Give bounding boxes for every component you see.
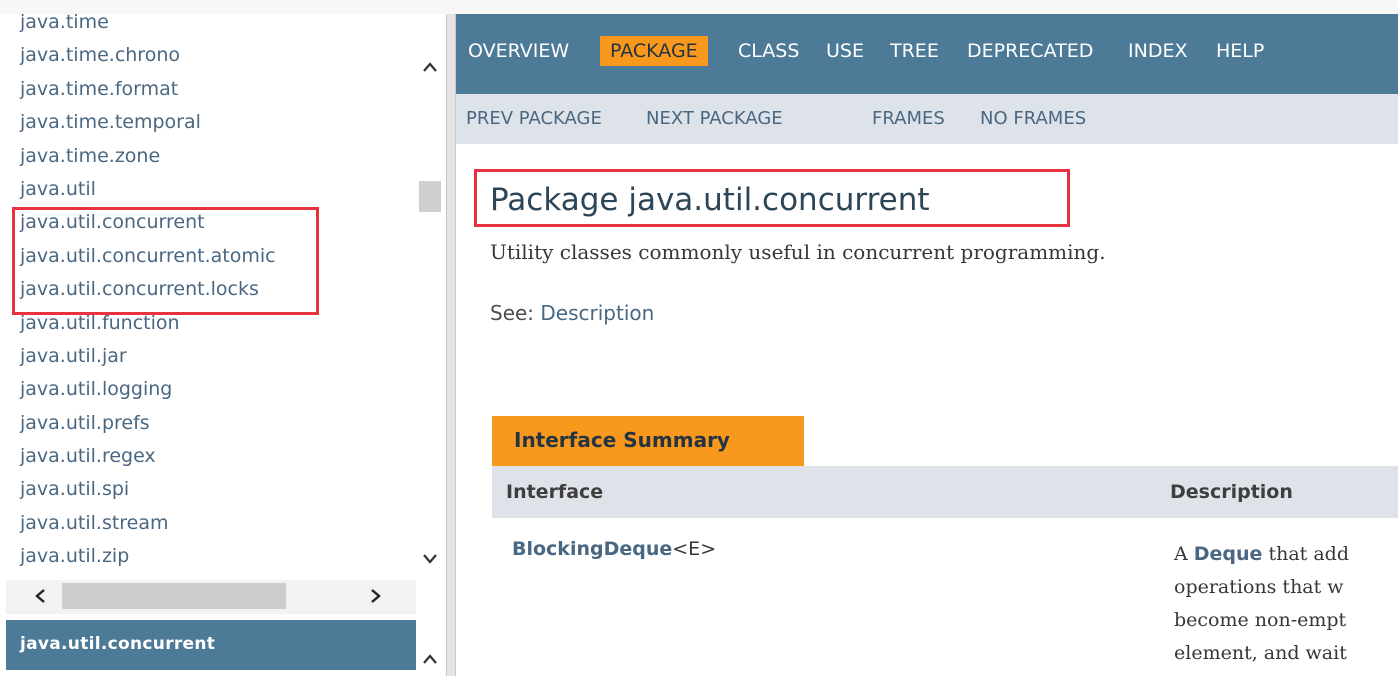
chevron-up-icon[interactable]: [416, 648, 444, 672]
package-list-vertical-scrollbar[interactable]: [416, 34, 444, 574]
nav-index[interactable]: INDEX: [1128, 40, 1187, 62]
package-link[interactable]: java.util.regex: [20, 440, 276, 473]
package-link[interactable]: java.time.chrono: [20, 39, 276, 72]
see-line: See: Description: [490, 301, 654, 325]
interface-summary-tab: Interface Summary: [492, 416, 804, 466]
right-frame: OVERVIEW PACKAGE CLASS USE TREE DEPRECAT…: [456, 14, 1398, 676]
nav-tree[interactable]: TREE: [890, 40, 939, 62]
package-link[interactable]: java.util.prefs: [20, 407, 276, 440]
chevron-right-icon[interactable]: [364, 584, 388, 610]
package-link[interactable]: java.time.zone: [20, 140, 276, 173]
desc-text: become non-empt: [1174, 609, 1347, 631]
package-link[interactable]: java.time.format: [20, 73, 276, 106]
next-package-link[interactable]: NEXT PACKAGE: [646, 108, 783, 129]
package-link[interactable]: java.util.logging: [20, 373, 276, 406]
package-frame-header: java.util.concurrent: [6, 620, 416, 670]
column-header-description: Description: [1170, 481, 1293, 503]
table-row-interface-name: BlockingDeque<E>: [512, 538, 716, 560]
package-link[interactable]: java.time.temporal: [20, 106, 276, 139]
deque-link[interactable]: Deque: [1194, 543, 1263, 565]
package-frame-title[interactable]: java.util.concurrent: [20, 634, 215, 654]
package-list-horizontal-scrollbar[interactable]: [6, 580, 416, 614]
nav-help[interactable]: HELP: [1216, 40, 1264, 62]
prev-package-link[interactable]: PREV PACKAGE: [466, 108, 602, 129]
chevron-left-icon[interactable]: [28, 584, 52, 610]
no-frames-link[interactable]: NO FRAMES: [980, 108, 1086, 129]
package-link[interactable]: java.util: [20, 173, 276, 206]
package-link[interactable]: java.util.zip: [20, 540, 276, 573]
top-navigation-bar: OVERVIEW PACKAGE CLASS USE TREE DEPRECAT…: [456, 14, 1398, 94]
summary-table-header: Interface Description: [492, 466, 1398, 518]
scrollbar-thumb[interactable]: [62, 583, 286, 609]
page-title: Package java.util.concurrent: [490, 182, 930, 218]
scrollbar-thumb[interactable]: [419, 181, 441, 212]
highlight-box-packages: [12, 207, 319, 315]
package-link[interactable]: java.time: [20, 14, 276, 39]
see-label: See:: [490, 301, 535, 325]
frames-link[interactable]: FRAMES: [872, 108, 945, 129]
table-row-description: A Deque that add operations that w becom…: [1174, 538, 1398, 670]
desc-text: A: [1174, 543, 1194, 565]
desc-text: operations that w: [1174, 576, 1344, 598]
left-frame: java.time java.time.chrono java.time.for…: [0, 14, 456, 676]
package-link[interactable]: java.util.stream: [20, 507, 276, 540]
package-link[interactable]: java.util.spi: [20, 473, 276, 506]
nav-deprecated[interactable]: DEPRECATED: [967, 40, 1093, 62]
nav-use[interactable]: USE: [826, 40, 864, 62]
frame-divider[interactable]: [446, 14, 456, 676]
interface-link[interactable]: BlockingDeque: [512, 538, 672, 560]
chevron-up-icon[interactable]: [416, 56, 444, 80]
column-header-interface: Interface: [506, 481, 604, 503]
desc-text: element, and wait: [1174, 642, 1347, 664]
nav-overview[interactable]: OVERVIEW: [468, 40, 569, 62]
window-top-strip: [0, 0, 1398, 14]
package-description: Utility classes commonly useful in concu…: [490, 240, 1106, 264]
desc-text: that add: [1262, 543, 1350, 565]
nav-class[interactable]: CLASS: [738, 40, 799, 62]
package-link[interactable]: java.util.jar: [20, 340, 276, 373]
description-link[interactable]: Description: [540, 301, 654, 325]
chevron-down-icon[interactable]: [416, 548, 444, 572]
nav-package[interactable]: PACKAGE: [600, 36, 708, 66]
sub-navigation-bar: PREV PACKAGE NEXT PACKAGE FRAMES NO FRAM…: [456, 94, 1398, 144]
interface-summary-title: Interface Summary: [514, 428, 730, 452]
type-parameter: <E>: [672, 538, 717, 560]
